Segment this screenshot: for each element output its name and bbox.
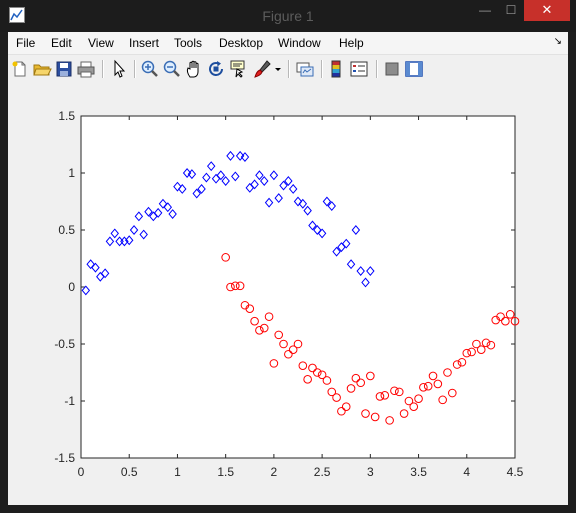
zoom-out-icon[interactable] [162,59,182,79]
y-tick-label: -1.5 [54,451,75,465]
menu-bar: File Edit View Insert Tools Desktop Wind… [8,32,568,54]
edit-plot-icon[interactable] [109,59,129,79]
brush-dropdown-icon[interactable] [273,59,283,79]
maximize-button[interactable]: ☐ [498,0,524,21]
toolbar-separator [102,60,104,78]
rotate-3d-icon[interactable] [206,59,226,79]
new-figure-icon[interactable] [10,59,30,79]
pan-icon[interactable] [184,59,204,79]
x-tick-label: 0.5 [121,465,138,479]
menu-help[interactable]: Help [339,36,364,50]
x-tick-label: 1 [174,465,181,479]
x-tick-label: 4.5 [507,465,524,479]
x-tick-label: 4 [463,465,470,479]
plot-area [80,115,516,459]
menu-edit[interactable]: Edit [51,36,72,50]
y-tick-label: -0.5 [54,337,75,351]
open-file-icon[interactable] [32,59,52,79]
y-tick-label: 1 [68,166,75,180]
close-button[interactable]: ✕ [524,0,570,21]
data-cursor-icon[interactable] [228,59,248,79]
zoom-in-icon[interactable] [140,59,160,79]
menu-desktop[interactable]: Desktop [219,36,263,50]
toolbar-separator [288,60,290,78]
toolbar-separator [321,60,323,78]
legend-icon[interactable] [349,59,369,79]
menu-window[interactable]: Window [278,36,321,50]
x-tick-label: 2 [271,465,278,479]
x-tick-label: 1.5 [217,465,234,479]
dock-figure-icon[interactable]: ↘ [554,36,562,47]
print-icon[interactable] [76,59,96,79]
minimize-button[interactable]: — [472,0,498,21]
scatter-plot[interactable]: 0 0.5 1 1.5 2 2.5 3 3.5 4 4.5 -1.5 -1 -0.5 0 0.5 1 1.5 [8,84,568,505]
menu-file[interactable]: File [16,36,35,50]
y-tick-label: 1.5 [58,109,75,123]
x-tick-label: 3.5 [410,465,427,479]
x-tick-label: 2.5 [314,465,331,479]
figure-toolbar [8,54,568,85]
x-tick-label: 3 [367,465,374,479]
show-plot-tools-icon[interactable] [404,59,424,79]
axes-area: 0 0.5 1 1.5 2 2.5 3 3.5 4 4.5 -1.5 -1 -0.5 0 0.5 1 1.5 [8,84,568,505]
save-icon[interactable] [54,59,74,79]
toolbar-separator [376,60,378,78]
title-bar[interactable]: Figure 1 — ☐ ✕ [0,0,576,32]
figure-client: File Edit View Insert Tools Desktop Wind… [8,32,568,505]
y-tick-label: -1 [64,394,75,408]
menu-view[interactable]: View [88,36,114,50]
toolbar-separator [134,60,136,78]
y-tick-label: 0 [68,280,75,294]
menu-insert[interactable]: Insert [129,36,159,50]
hide-plot-tools-icon[interactable] [382,59,402,79]
menu-tools[interactable]: Tools [174,36,202,50]
y-tick-label: 0.5 [58,223,75,237]
figure-window: Figure 1 — ☐ ✕ File Edit View Insert Too… [0,0,576,513]
x-tick-label: 0 [78,465,85,479]
brush-icon[interactable] [253,59,273,79]
link-plot-icon[interactable] [295,59,315,79]
colorbar-icon[interactable] [327,59,347,79]
